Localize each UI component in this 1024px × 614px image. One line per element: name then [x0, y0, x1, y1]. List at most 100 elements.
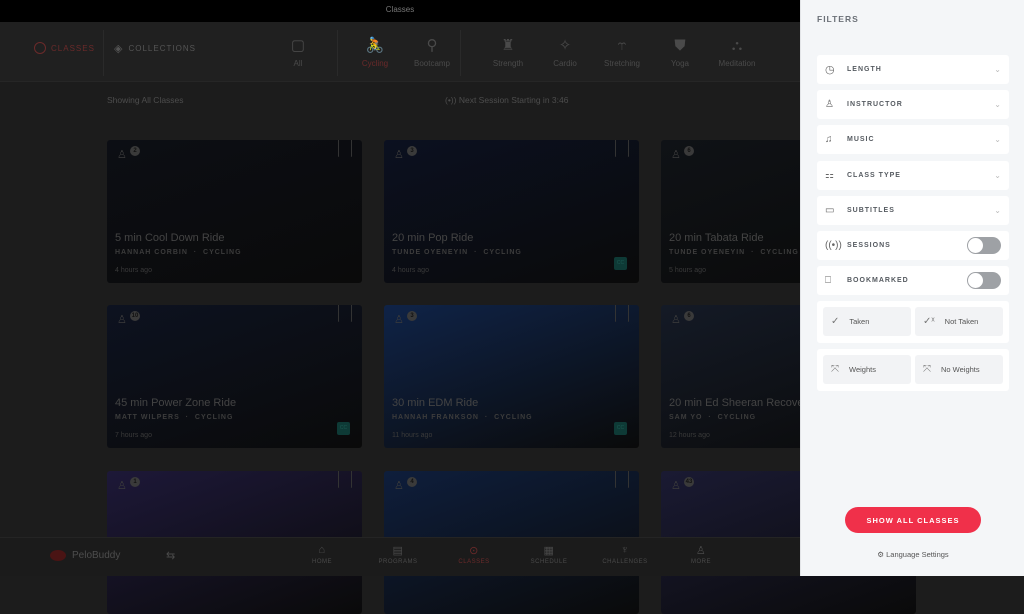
bottom-nav: PeloBuddy ⇆ ⌂ HOME ▤ PROGRAMS ⊙ CLASSES ▦ SCHED…: [0, 537, 800, 576]
not-taken-button[interactable]: ✓ˣ Not Taken: [915, 307, 1003, 336]
bookmark-icon[interactable]: [338, 305, 352, 322]
category-label: Cardio: [553, 59, 577, 68]
filter-class-type[interactable]: ⚏ CLASS TYPE ⌄: [817, 160, 1009, 190]
category-bootcamp[interactable]: ⚲ Bootcamp: [402, 36, 462, 68]
meditation-icon: ⛬: [731, 37, 743, 54]
brand-name: PeloBuddy: [72, 550, 121, 561]
button-label: Taken: [849, 317, 870, 326]
strength-icon: ♜: [501, 37, 515, 54]
instructor-name: HANNAH FRANKSON: [392, 414, 479, 421]
showing-label: Showing All Classes: [107, 95, 184, 105]
separator: ·: [179, 414, 195, 421]
filter-music[interactable]: ♫ MUSIC ⌄: [817, 125, 1009, 155]
class-subtitle: HANNAH CORBIN · CYCLING: [115, 249, 242, 256]
user-count: 6: [684, 146, 694, 156]
closed-captions-icon: CC: [614, 257, 627, 270]
closed-captions-icon: CC: [337, 422, 350, 435]
class-card[interactable]: ♙ 3 20 min Pop Ride TUNDE OYENEYIN · CYCLIN…: [384, 140, 639, 283]
nav-programs[interactable]: ▤ PROGRAMS: [368, 544, 428, 565]
nav-label: CHALLENGES: [602, 559, 648, 565]
bookmark-icon[interactable]: [338, 471, 352, 488]
separator: ·: [468, 249, 484, 256]
bookmark-icon[interactable]: [615, 305, 629, 322]
user-count: 3: [407, 146, 417, 156]
yoga-icon: ⛊: [674, 37, 686, 54]
nav-challenges[interactable]: ♆ CHALLENGES: [595, 544, 655, 565]
nav-more[interactable]: ♙ MORE: [671, 544, 731, 565]
filter-instructor[interactable]: ♙ INSTRUCTOR ⌄: [817, 90, 1009, 120]
category-yoga[interactable]: ⛊ Yoga: [650, 36, 710, 68]
weights-icon: ⤧: [831, 364, 839, 375]
nav-home[interactable]: ⌂ HOME: [292, 544, 352, 565]
no-weights-icon: ⤧: [923, 364, 931, 375]
collections-icon: ◈: [114, 43, 124, 55]
instructor-name: TUNDE OYENEYIN: [669, 249, 746, 256]
bookmark-icon[interactable]: [615, 471, 629, 488]
class-type: CYCLING: [494, 414, 533, 421]
tab-collections[interactable]: ◈ COLLECTIONS: [114, 42, 196, 55]
class-subtitle: MATT WILPERS · CYCLING: [115, 414, 233, 421]
no-weights-button[interactable]: ⤧ No Weights: [915, 355, 1003, 384]
category-strength[interactable]: ♜ Strength: [478, 36, 538, 68]
filter-label: SUBTITLES: [847, 206, 895, 214]
bookmark-icon[interactable]: [615, 140, 629, 157]
users-icon: ♙ 1: [117, 477, 140, 492]
class-time: 5 hours ago: [669, 267, 706, 274]
users-icon: ♙ 43: [671, 477, 694, 492]
class-title: 30 min EDM Ride: [392, 397, 479, 409]
class-subtitle: SAM YO · CYCLING: [669, 414, 756, 421]
user-count: 3: [407, 311, 417, 321]
class-card[interactable]: ♙ 10 45 min Power Zone Ride MATT WILPERS · …: [107, 305, 362, 448]
filter-label: SESSIONS: [847, 242, 891, 249]
show-all-classes-button[interactable]: SHOW ALL CLASSES: [845, 507, 981, 533]
category-cycling[interactable]: 🚴 Cycling: [345, 36, 405, 68]
filter-sessions: ((•)) SESSIONS: [817, 231, 1009, 260]
filters-panel: FILTERS ◷ LENGTH ⌄ ♙ INSTRUCTOR ⌄ ♫ MUSIC ⌄ ⚏ CLAS…: [800, 0, 1024, 576]
tab-classes[interactable]: CLASSES: [34, 42, 95, 54]
filter-subtitles[interactable]: ▭ SUBTITLES ⌄: [817, 195, 1009, 225]
category-stretching[interactable]: ⥾ Stretching: [592, 36, 652, 68]
category-meditation[interactable]: ⛬ Meditation: [707, 36, 767, 68]
nav-label: HOME: [312, 559, 332, 565]
instructor-icon: ♙: [825, 99, 834, 111]
category-label: Strength: [492, 59, 524, 68]
bookmark-icon[interactable]: [338, 140, 352, 157]
class-subtitle: HANNAH FRANKSON · CYCLING: [392, 414, 533, 421]
category-cardio[interactable]: ✧ Cardio: [535, 36, 595, 68]
toggle-switch[interactable]: [967, 272, 1001, 290]
users-icon: ♙ 6: [671, 311, 694, 326]
taken-button[interactable]: ✓ Taken: [823, 307, 911, 336]
separator: ·: [702, 414, 718, 421]
classes-icon: ⊙: [469, 545, 479, 557]
nav-label: PROGRAMS: [378, 559, 418, 565]
class-card[interactable]: ♙ 2 5 min Cool Down Ride HANNAH CORBIN · CY…: [107, 140, 362, 283]
separator: ·: [187, 249, 204, 256]
separator: ·: [478, 414, 495, 421]
nav-schedule[interactable]: ▦ SCHEDULE: [519, 544, 579, 565]
filter-length[interactable]: ◷ LENGTH ⌄: [817, 55, 1009, 84]
closed-captions-icon: CC: [614, 422, 627, 435]
class-subtitle: TUNDE OYENEYIN · CYCLING: [392, 249, 522, 256]
home-icon: ⌂: [318, 544, 326, 556]
taken-filter-group: ✓ Taken ✓ˣ Not Taken: [817, 301, 1009, 343]
filter-bookmarked: ⎕ BOOKMARKED: [817, 266, 1009, 296]
class-title: 20 min Tabata Ride: [669, 232, 764, 244]
category-label: Stretching: [603, 59, 641, 68]
category-label: Meditation: [718, 59, 756, 68]
more-icon: ♙: [695, 545, 707, 557]
toggle-switch[interactable]: [967, 237, 1001, 254]
check-x-icon: ✓ˣ: [923, 316, 935, 327]
gear-icon: ⚙: [877, 550, 885, 559]
nav-classes[interactable]: ⊙ CLASSES: [444, 544, 504, 565]
class-card[interactable]: ♙ 3 30 min EDM Ride HANNAH FRANKSON · CYCLI…: [384, 305, 639, 448]
class-time: 4 hours ago: [392, 267, 429, 274]
next-session-banner[interactable]: (•)) Next Session Starting in 3:46: [445, 95, 568, 105]
instructor-name: HANNAH CORBIN: [115, 249, 188, 256]
category-all[interactable]: ▢ All: [268, 36, 328, 68]
swap-icon[interactable]: ⇆: [166, 549, 175, 562]
language-settings-link[interactable]: ⚙ Language Settings: [801, 550, 1024, 559]
class-type: CYCLING: [194, 414, 234, 421]
sessions-icon: ((•)): [825, 240, 842, 251]
weights-button[interactable]: ⤧ Weights: [823, 355, 911, 384]
class-time: 12 hours ago: [669, 432, 710, 439]
